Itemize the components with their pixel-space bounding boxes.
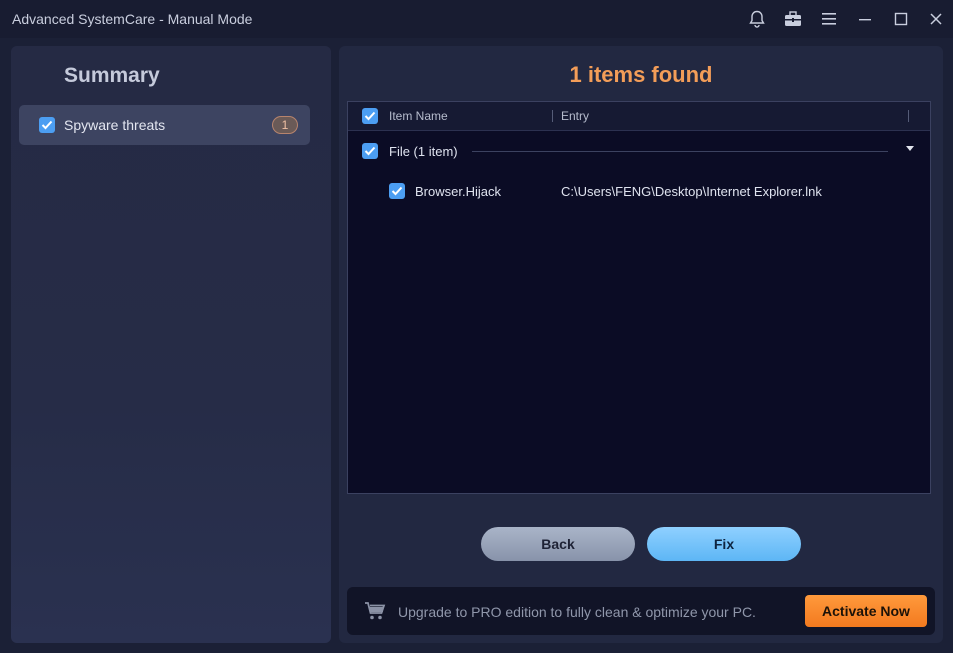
back-button[interactable]: Back bbox=[481, 527, 635, 561]
collapse-arrow-icon[interactable] bbox=[906, 146, 914, 151]
row-checkbox[interactable] bbox=[389, 183, 405, 199]
count-badge: 1 bbox=[272, 116, 298, 134]
summary-sidebar: Summary Spyware threats 1 bbox=[11, 46, 331, 643]
checkbox[interactable] bbox=[39, 117, 55, 133]
app-title: Advanced SystemCare - Manual Mode bbox=[12, 11, 253, 27]
cart-icon bbox=[364, 601, 386, 626]
results-panel: 1 items found Item Name Entry File (1 it… bbox=[339, 46, 943, 643]
sidebar-item-spyware-threats[interactable]: Spyware threats 1 bbox=[19, 105, 310, 145]
sidebar-title: Summary bbox=[64, 64, 160, 87]
group-label: File (1 item) bbox=[389, 144, 458, 159]
table-row[interactable]: Browser.Hijack C:\Users\FENG\Desktop\Int… bbox=[348, 178, 930, 204]
sidebar-item-label: Spyware threats bbox=[64, 117, 166, 133]
item-name: Browser.Hijack bbox=[415, 184, 501, 199]
fix-button[interactable]: Fix bbox=[647, 527, 801, 561]
maximize-icon[interactable] bbox=[891, 9, 911, 29]
toolbox-icon[interactable] bbox=[783, 9, 803, 29]
table-header: Item Name Entry bbox=[348, 102, 930, 131]
column-header-item-name[interactable]: Item Name bbox=[389, 109, 448, 123]
results-headline: 1 items found bbox=[569, 62, 713, 87]
group-row-file[interactable]: File (1 item) bbox=[348, 138, 930, 164]
column-divider[interactable] bbox=[908, 110, 909, 122]
close-icon[interactable] bbox=[926, 9, 946, 29]
menu-icon[interactable] bbox=[819, 9, 839, 29]
item-entry: C:\Users\FENG\Desktop\Internet Explorer.… bbox=[561, 184, 822, 199]
results-table: Item Name Entry File (1 item) Browser.Hi… bbox=[347, 101, 931, 494]
title-bar: Advanced SystemCare - Manual Mode bbox=[0, 0, 953, 38]
group-checkbox[interactable] bbox=[362, 143, 378, 159]
upgrade-banner: Upgrade to PRO edition to fully clean & … bbox=[347, 587, 935, 635]
column-header-entry[interactable]: Entry bbox=[561, 109, 589, 123]
bell-icon[interactable] bbox=[747, 9, 767, 29]
upgrade-message: Upgrade to PRO edition to fully clean & … bbox=[398, 604, 756, 620]
activate-now-button[interactable]: Activate Now bbox=[805, 595, 927, 627]
select-all-checkbox[interactable] bbox=[362, 108, 378, 124]
column-divider[interactable] bbox=[552, 110, 553, 122]
divider bbox=[472, 151, 888, 152]
minimize-icon[interactable] bbox=[855, 9, 875, 29]
